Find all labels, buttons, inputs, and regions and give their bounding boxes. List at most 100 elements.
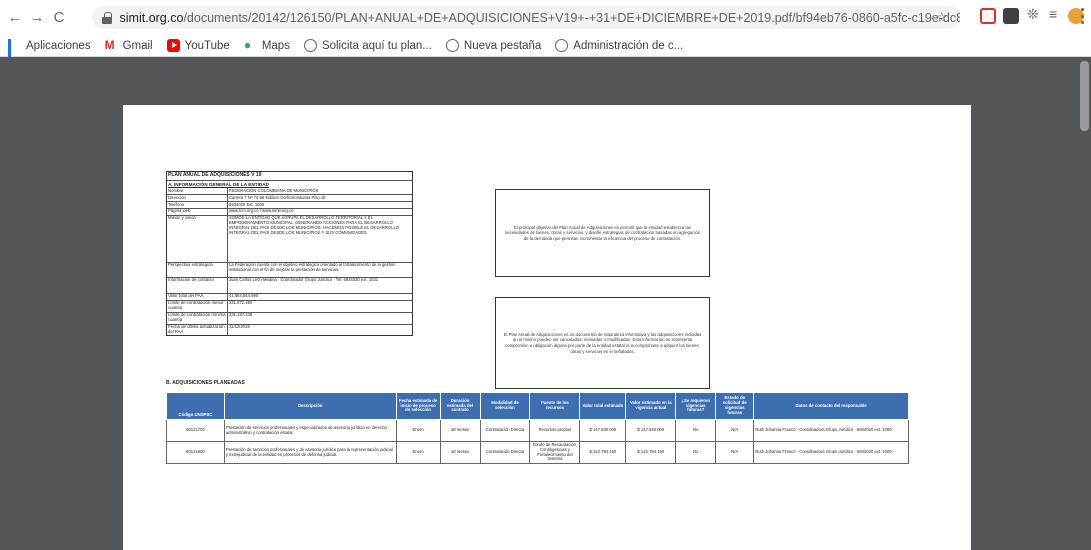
reload-icon: C — [53, 9, 65, 26]
bookmark-youtube[interactable]: YouTube — [166, 39, 230, 52]
info-row: Valor total del PAA 41.564.844.990 — [167, 292, 412, 300]
reading-list-icon[interactable]: ≡ — [1049, 6, 1065, 22]
info-value: 331.187.248 — [227, 312, 412, 324]
extensions-puzzle-icon[interactable]: ❊ — [1027, 6, 1043, 22]
bookmark-label: Solicita aquí tu plan... — [321, 39, 432, 52]
browser-menu-icon[interactable] — [1080, 8, 1084, 24]
info-value: 331.872.480 — [227, 300, 412, 312]
table-row: 80121704 Prestación de servicios profesio… — [166, 419, 909, 442]
bookmark-nueva-pestana[interactable]: Nueva pestaña — [445, 39, 542, 52]
info-row: Nombre FEDERACIÓN COLOMBIANA DE MUNICIPIO… — [167, 187, 412, 195]
objective-text: El principal objetivo del Plan Anual de … — [504, 224, 701, 241]
table-cell: N/A — [715, 419, 755, 442]
lock-icon — [102, 11, 112, 24]
table-cell: No — [675, 419, 717, 442]
table-cell: $ 122.784.150 — [579, 440, 627, 465]
column-header: ¿Se requieren vigencias futuras? — [675, 392, 717, 420]
apps-icon — [8, 39, 21, 66]
bookmark-label: Nueva pestaña — [463, 39, 542, 52]
bookmark-gmail[interactable]: M Gmail — [105, 39, 153, 52]
pdf-page: PLAN ANUAL DE ADQUISICIONES V 19 A. INFO… — [123, 105, 971, 550]
column-header: Modalidad de selección — [479, 392, 531, 420]
column-header: Código UNSPSC — [166, 392, 225, 420]
maps-icon: ● — [243, 38, 252, 52]
url-text: simit.org.co/documents/20142/126150/PLAN… — [120, 11, 960, 25]
table-cell: $ 147.840.000 — [579, 419, 627, 442]
globe-icon — [303, 39, 317, 52]
info-value: SOMOS LA ENTIDAD QUE AGRUPA EL DESARROLL… — [227, 215, 412, 262]
table-cell: 80121600 — [166, 440, 225, 465]
table-cell: Contratación Directa — [479, 419, 531, 442]
bookmark-maps[interactable]: ● Maps — [244, 39, 290, 52]
table-cell: $ 122.784.150 — [625, 440, 677, 465]
table-cell: 10 meses — [439, 419, 481, 442]
reload-button[interactable]: C — [48, 7, 70, 29]
back-button[interactable]: ← — [4, 7, 26, 29]
info-key: Nombre — [168, 187, 184, 193]
forward-button[interactable]: → — [26, 7, 48, 29]
info-value: Carrera 7 Nº 74-56 Edificio Corficolombi… — [227, 195, 412, 202]
table-cell: Enero — [395, 419, 441, 442]
bookmark-apps[interactable]: Aplicaciones — [8, 39, 91, 66]
bookmark-label: Administración de c... — [573, 39, 684, 52]
disclaimer-box: El Plan Anual de Adquisiciones es un doc… — [495, 297, 710, 389]
info-key: Página web — [168, 208, 191, 214]
scrollbar[interactable] — [1078, 57, 1091, 550]
info-key: Fecha de última actualización del PAA — [168, 324, 225, 335]
bookmark-star-icon[interactable]: ☆ — [935, 9, 948, 26]
table-cell: No — [675, 440, 717, 465]
table-cell: Ruth Johanna Franco · Coordinadora Grupo… — [753, 419, 909, 442]
info-value: 11/12/2019 — [227, 324, 412, 336]
table-cell: 10 meses — [439, 440, 481, 465]
column-header: Valor total estimado — [579, 392, 627, 420]
table-cell: Enero — [395, 440, 441, 465]
extension-icon[interactable] — [980, 8, 996, 24]
info-row: Dirección Carrera 7 Nº 74-56 Edificio Cor… — [167, 194, 412, 202]
table-cell: 80121704 — [166, 419, 225, 442]
info-key: Valor total del PAA — [168, 293, 204, 299]
info-key: Misión y visión — [168, 215, 196, 221]
info-value: La Federación cuenta con el objetivo est… — [227, 262, 412, 277]
table-cell: Ruth Johanna Franco · Coordinadora Grupo… — [753, 440, 909, 465]
info-row: Teléfono 5934020 Ext. 1000 — [167, 201, 412, 208]
bookmarks-bar: Aplicaciones M Gmail YouTube ● Maps Solici… — [0, 35, 1091, 66]
extension-icon[interactable] — [1003, 8, 1019, 24]
info-row: Página web www.fcm.org.co / www.simit.org… — [167, 207, 412, 215]
bookmark-administracion[interactable]: Administración de c... — [555, 39, 683, 52]
bookmark-label: Gmail — [122, 39, 153, 52]
document-title: PLAN ANUAL DE ADQUISICIONES V 19 — [168, 172, 262, 178]
table-cell: $ 147.840.000 — [625, 419, 677, 442]
info-row: Límite de contratación menor cuantía 331.… — [167, 299, 412, 312]
bookmark-solicita[interactable]: Solicita aquí tu plan... — [303, 39, 432, 52]
column-header: Estado de solicitud de vigencias futuras — [715, 392, 755, 420]
table-cell: Prestación de servicios profesionales y … — [223, 440, 397, 465]
pdf-viewer[interactable]: PLAN ANUAL DE ADQUISICIONES V 19 A. INFO… — [0, 57, 1091, 550]
column-header: Fecha estimada de inicio de proceso de s… — [395, 392, 441, 420]
column-header: Duración estimada del contrato — [439, 392, 481, 420]
forward-arrow-icon: → — [29, 9, 45, 26]
table-cell: Contratación Directa — [479, 440, 531, 465]
info-key: Dirección — [168, 194, 186, 200]
info-row: Información de contacto Juan Carlos León … — [167, 276, 412, 293]
url-host: simit.org.co — [119, 10, 184, 25]
info-key: Límite de contratación menor cuantía — [168, 300, 224, 311]
scroll-thumb[interactable] — [1080, 61, 1089, 131]
table-row: 80121600 Prestación de servicios profesio… — [166, 440, 909, 465]
info-row: Perspectiva estratégica La Federación cue… — [167, 261, 412, 277]
address-bar[interactable]: simit.org.co/documents/20142/126150/PLAN… — [92, 6, 960, 29]
bookmark-label: Aplicaciones — [26, 39, 91, 52]
bookmark-label: YouTube — [184, 39, 230, 52]
table-cell: N/A — [715, 440, 755, 465]
youtube-icon — [166, 39, 180, 52]
table-cell: Prestación de servicios profesionales y … — [223, 419, 397, 442]
table-header-row: Código UNSPSC Descripción Fecha estimada d… — [166, 392, 909, 420]
entity-info-table: PLAN ANUAL DE ADQUISICIONES V 19 A. INFO… — [166, 171, 413, 337]
bookmark-label: Maps — [261, 39, 290, 52]
column-header: Valor estimado en la vigencia actual — [625, 392, 677, 420]
info-value: Juan Carlos León Medina · Coordinador Gr… — [227, 277, 412, 293]
info-key: Teléfono — [168, 201, 185, 207]
section-b-title: B. ADQUISICIONES PLANEADAS — [166, 380, 245, 386]
gmail-icon: M — [104, 38, 115, 52]
table-cell: Fondo de Recaudación, Contingencias y Fo… — [529, 440, 581, 465]
globe-icon — [445, 39, 459, 52]
